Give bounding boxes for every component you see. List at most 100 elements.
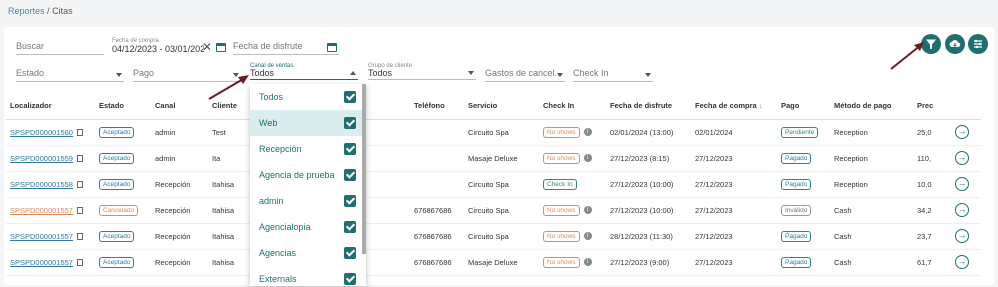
- gastos-select[interactable]: Gastos de cancel...: [485, 64, 565, 82]
- localizador-link[interactable]: SPSPD000001560: [10, 128, 73, 137]
- col-servicio[interactable]: Servicio: [464, 93, 539, 120]
- checkbox-checked-icon[interactable]: [344, 273, 356, 285]
- table-header-row: Localizador Estado Canal Cliente Teléfon…: [6, 93, 981, 120]
- checkbox-checked-icon[interactable]: [344, 247, 356, 259]
- breadcrumb-parent[interactable]: Reportes: [8, 6, 45, 16]
- info-icon[interactable]: i: [583, 153, 592, 162]
- localizador-link[interactable]: SPSPD000001557: [10, 258, 73, 267]
- option-label: Web: [259, 118, 278, 128]
- copy-icon[interactable]: [76, 259, 83, 267]
- col-pago[interactable]: Pago: [777, 93, 830, 120]
- dropdown-option-todos[interactable]: Todos: [250, 84, 366, 110]
- col-metodo[interactable]: Método de pago: [830, 93, 913, 120]
- enjoy-calendar-icon[interactable]: [327, 43, 337, 52]
- fecha-compra-cell: 27/12/2023: [691, 223, 777, 250]
- col-fecha-disfrute[interactable]: Fecha de disfrute: [606, 93, 691, 120]
- col-estado[interactable]: Estado: [95, 93, 151, 120]
- search-input[interactable]: Buscar: [16, 37, 104, 55]
- localizador-link[interactable]: SPSPD000001558: [10, 180, 73, 189]
- pago-badge: Pendiente: [781, 126, 819, 138]
- checkbox-checked-icon[interactable]: [344, 143, 356, 155]
- localizador-link[interactable]: SPSPD000001557: [10, 232, 73, 241]
- chevron-down-icon: [557, 73, 563, 77]
- checkbox-checked-icon[interactable]: [344, 117, 356, 129]
- checkin-badge: No shows: [543, 204, 580, 216]
- estado-placeholder: Estado: [16, 68, 45, 78]
- servicio-cell: Circuito Spa: [464, 197, 539, 224]
- enjoy-date-field[interactable]: Fecha de disfrute: [233, 37, 339, 55]
- arrow-right-icon[interactable]: →: [955, 203, 969, 217]
- option-label: admin: [259, 196, 284, 206]
- copy-icon[interactable]: [76, 181, 83, 189]
- dropdown-option-agencialopia[interactable]: Agencialopia: [250, 214, 366, 240]
- info-icon[interactable]: i: [583, 231, 592, 240]
- col-precio[interactable]: Prec: [913, 93, 951, 120]
- checkin-badge: No shows: [543, 126, 580, 138]
- col-localizador[interactable]: Localizador: [6, 93, 95, 120]
- dropdown-option-agencias[interactable]: Agencias: [250, 240, 366, 266]
- fecha-compra-cell: 27/12/2023: [691, 197, 777, 224]
- checkin-badge: No shows: [543, 256, 580, 268]
- dropdown-scrollbar[interactable]: [362, 84, 366, 254]
- download-button[interactable]: [945, 34, 965, 54]
- checkbox-checked-icon[interactable]: [344, 169, 356, 181]
- dropdown-option-admin[interactable]: admin: [250, 188, 366, 214]
- breadcrumb-separator: /: [47, 6, 50, 16]
- settings-button[interactable]: [968, 34, 988, 54]
- purchase-date-field[interactable]: Fecha de compra 04/12/2023 - 03/01/2024: [112, 37, 204, 55]
- checkin-badge: Check In: [543, 178, 577, 190]
- arrow-right-icon[interactable]: →: [955, 229, 969, 243]
- col-fecha-compra[interactable]: Fecha de compra ↓: [691, 93, 777, 120]
- copy-icon[interactable]: [76, 207, 83, 215]
- dropdown-option-recepcion[interactable]: Recepción: [250, 136, 366, 162]
- table-row: SPSPD000001559 Aceptado admin Ita Masaje…: [6, 145, 981, 172]
- copy-icon[interactable]: [76, 129, 83, 137]
- metodo-cell: Reception: [830, 145, 913, 172]
- info-icon[interactable]: i: [583, 127, 592, 136]
- purchase-calendar-icon[interactable]: [216, 43, 226, 52]
- pago-badge: Pagado: [781, 256, 812, 268]
- localizador-link[interactable]: SPSPD000001557: [10, 206, 73, 215]
- copy-icon[interactable]: [76, 155, 83, 163]
- checkbox-checked-icon[interactable]: [344, 91, 356, 103]
- chevron-down-icon: [645, 73, 651, 77]
- dropdown-option-web[interactable]: Web: [250, 110, 366, 136]
- table-row: SPSPD000001560 Aceptado admin Test Circu…: [6, 119, 981, 146]
- clear-date-icon[interactable]: ✕: [202, 41, 212, 53]
- servicio-cell: Masaje Deluxe: [464, 145, 539, 172]
- estado-select[interactable]: Estado: [16, 64, 124, 82]
- metodo-cell: Reception: [830, 119, 913, 146]
- copy-icon[interactable]: [76, 233, 83, 241]
- precio-cell: 25,0: [913, 119, 951, 146]
- canal-dropdown-menu: Todos Web Recepción Agencia de prueba ad…: [250, 84, 366, 286]
- info-icon[interactable]: i: [583, 257, 592, 266]
- checkin-select[interactable]: Check In: [573, 64, 653, 82]
- search-placeholder: Buscar: [16, 41, 45, 51]
- canal-cell: Recepción: [151, 197, 208, 224]
- annotation-arrow-filter: [890, 42, 924, 70]
- pago-badge: Pagado: [781, 230, 812, 242]
- arrow-right-icon[interactable]: →: [955, 177, 969, 191]
- metodo-cell: Cash: [830, 249, 913, 276]
- col-checkin[interactable]: Check In: [539, 93, 606, 120]
- table-row: SPSPD000001558 Aceptado Recepción Itahis…: [6, 171, 981, 198]
- fecha-disfrute-cell: 02/01/2024 (13:00): [606, 119, 691, 146]
- col-canal[interactable]: Canal: [151, 93, 208, 120]
- arrow-right-icon[interactable]: →: [955, 255, 969, 269]
- dropdown-option-externals[interactable]: Externals: [250, 266, 366, 286]
- fecha-disfrute-cell: 27/12/2023 (9:00): [606, 249, 691, 276]
- dropdown-option-agencia-prueba[interactable]: Agencia de prueba: [250, 162, 366, 188]
- canal-cell: Recepción: [151, 223, 208, 250]
- arrow-right-icon[interactable]: →: [955, 125, 969, 139]
- checkbox-checked-icon[interactable]: [344, 221, 356, 233]
- metodo-cell: Cash: [830, 223, 913, 250]
- arrow-right-icon[interactable]: →: [955, 151, 969, 165]
- checkbox-checked-icon[interactable]: [344, 195, 356, 207]
- fecha-disfrute-cell: 27/12/2023 (8:15): [606, 145, 691, 172]
- info-icon[interactable]: i: [583, 205, 592, 214]
- localizador-link[interactable]: SPSPD000001559: [10, 154, 73, 163]
- col-telefono[interactable]: Teléfono: [410, 93, 464, 120]
- grupo-value: Todos: [368, 68, 393, 78]
- grupo-select[interactable]: Grupo de cliente Todos: [368, 62, 476, 80]
- canal-select[interactable]: Canal de ventas Todos: [250, 62, 358, 80]
